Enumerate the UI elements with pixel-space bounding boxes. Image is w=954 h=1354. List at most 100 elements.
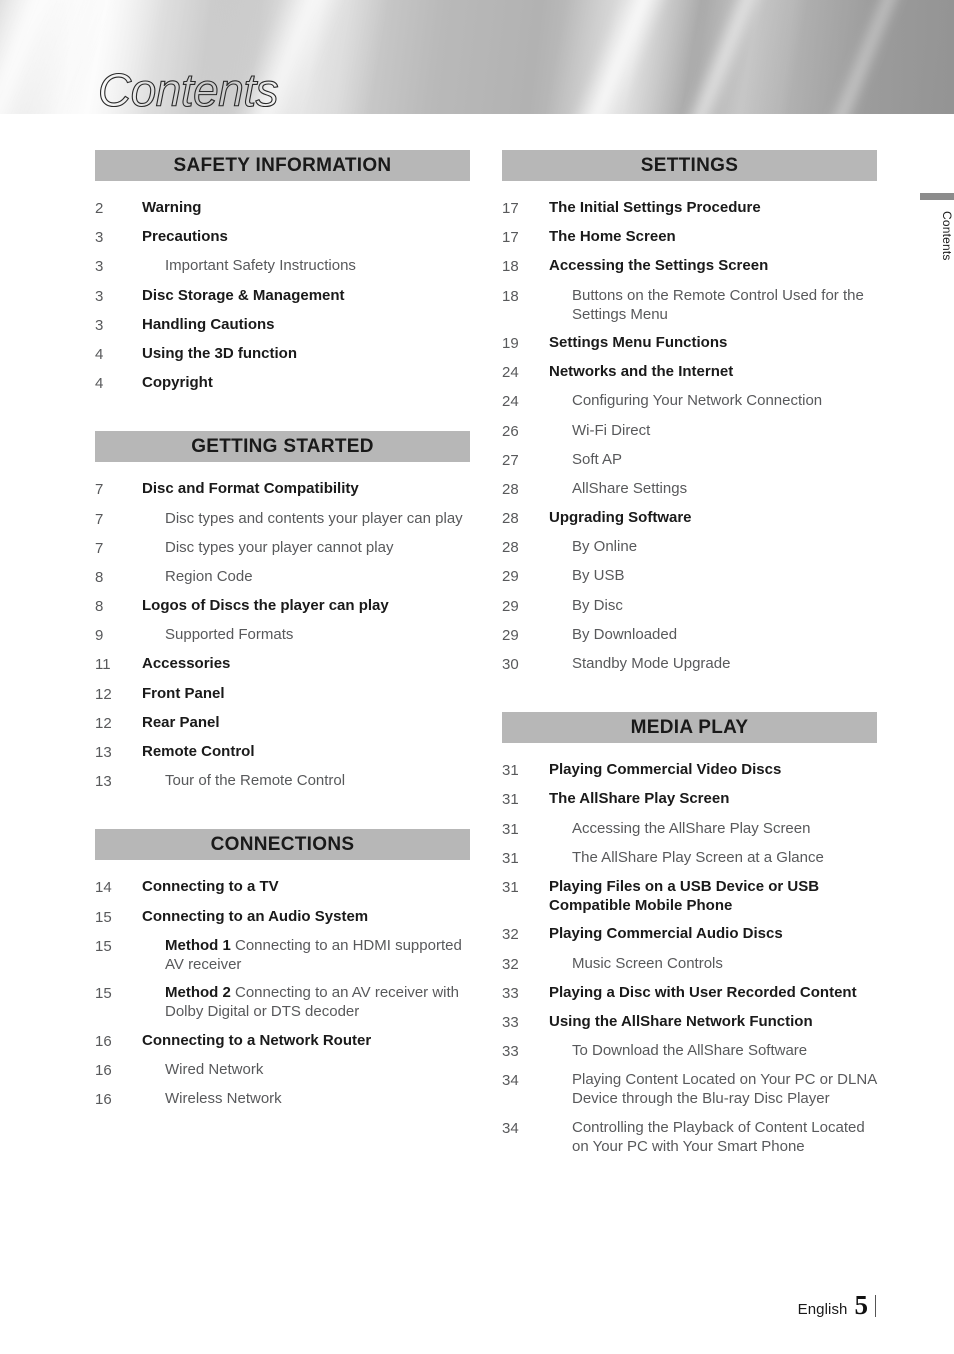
toc-entry[interactable]: 12 Rear Panel <box>95 713 470 733</box>
toc-entry-title: Configuring Your Network Connection <box>572 392 823 410</box>
toc-entry[interactable]: 14 Connecting to a TV <box>95 877 470 897</box>
toc-entry[interactable]: 18 Buttons on the Remote Control Used for… <box>502 286 877 324</box>
toc-entry-page-number: 12 <box>95 685 112 703</box>
toc-entry[interactable]: 29 By Downloaded <box>502 625 877 645</box>
toc-entry[interactable]: 32 Playing Commercial Audio Discs <box>502 924 877 944</box>
toc-entry[interactable]: 11 Accessories <box>95 654 470 674</box>
toc-entry-title: Disc and Format Compatibility <box>142 480 359 498</box>
toc-entry-page-number: 15 <box>95 985 112 1003</box>
toc-entry[interactable]: 19 Settings Menu Functions <box>502 333 877 353</box>
toc-entry[interactable]: 8 Region Code <box>95 567 470 587</box>
toc-entry[interactable]: 33 Using the AllShare Network Function <box>502 1012 877 1032</box>
toc-entry-page-number: 27 <box>502 451 519 469</box>
toc-entry[interactable]: 13 Remote Control <box>95 742 470 762</box>
toc-entry[interactable]: 3 Precautions <box>95 227 470 247</box>
toc-entry[interactable]: 9 Supported Formats <box>95 625 470 645</box>
toc-entry[interactable]: 33 Playing a Disc with User Recorded Cont… <box>502 983 877 1003</box>
toc-entry[interactable]: 29 By USB <box>502 566 877 586</box>
footer-language-label: English <box>797 1301 848 1318</box>
toc-entry-page-number: 34 <box>502 1072 519 1090</box>
toc-entry-title: Connecting to a TV <box>142 878 279 896</box>
toc-entry[interactable]: 28 By Online <box>502 537 877 557</box>
toc-entry[interactable]: 28 Upgrading Software <box>502 508 877 528</box>
toc-entry-lead: Method 1 <box>165 936 231 954</box>
toc-entry-title: To Download the AllShare Software <box>572 1042 808 1060</box>
toc-entry[interactable]: 16 Connecting to a Network Router <box>95 1031 470 1051</box>
toc-entry[interactable]: 24 Configuring Your Network Connection <box>502 391 877 411</box>
toc-entry-title: Music Screen Controls <box>572 954 723 972</box>
footer-page-number: 5 <box>854 1290 869 1320</box>
toc-entry[interactable]: 29 By Disc <box>502 596 877 616</box>
toc-entry[interactable]: 7 Disc types your player cannot play <box>95 538 470 558</box>
toc-entry[interactable]: 3 Important Safety Instructions <box>95 256 470 276</box>
toc-entry[interactable]: 30 Standby Mode Upgrade <box>502 654 877 674</box>
toc-entry[interactable]: 18 Accessing the Settings Screen <box>502 256 877 276</box>
toc-section: SETTINGS 17 The Initial Settings Procedure… <box>502 150 877 674</box>
footer-divider <box>875 1294 876 1317</box>
toc-entry-title: The AllShare Play Screen at a Glance <box>572 848 824 866</box>
toc-entry-lead: Method 2 <box>165 984 231 1002</box>
toc-entry[interactable]: 31 Playing Files on a USB Device or USB C… <box>502 877 877 915</box>
toc-entry[interactable]: 16 Wireless Network <box>95 1089 470 1109</box>
toc-entry-title: Playing a Disc with User Recorded Conten… <box>549 983 857 1001</box>
toc-entry[interactable]: 16 Wired Network <box>95 1060 470 1080</box>
toc-entry[interactable]: 7 Disc types and contents your player can… <box>95 509 470 529</box>
toc-entry-title: Wired Network <box>165 1060 264 1078</box>
toc-entry[interactable]: 34 Controlling the Playback of Content Lo… <box>502 1118 877 1156</box>
toc-entry[interactable]: 8 Logos of Discs the player can play <box>95 596 470 616</box>
toc-entry[interactable]: 31 The AllShare Play Screen at a Glance <box>502 848 877 868</box>
toc-entry-page-number: 33 <box>502 1043 519 1061</box>
toc-entry-page-number: 28 <box>502 510 519 528</box>
toc-entry-page-number: 26 <box>502 422 519 440</box>
section-title: GETTING STARTED <box>191 435 374 457</box>
toc-entry[interactable]: 7 Disc and Format Compatibility <box>95 479 470 499</box>
header-sheen-decoration <box>522 0 704 114</box>
toc-entry[interactable]: 17 The Home Screen <box>502 227 877 247</box>
toc-entry-title: Front Panel <box>142 684 225 702</box>
toc-entry[interactable]: 24 Networks and the Internet <box>502 362 877 382</box>
toc-entry[interactable]: 27 Soft AP <box>502 450 877 470</box>
toc-entry[interactable]: 2 Warning <box>95 198 470 218</box>
toc-entry-title: Buttons on the Remote Control Used for t… <box>572 286 864 323</box>
toc-entry-page-number: 15 <box>95 937 112 955</box>
toc-entry[interactable]: 31 Playing Commercial Video Discs <box>502 760 877 780</box>
page-title: Contents <box>97 64 279 116</box>
toc-entry-page-number: 29 <box>502 626 519 644</box>
section-title: MEDIA PLAY <box>630 716 749 738</box>
toc-entry-page-number: 31 <box>502 849 519 867</box>
toc-entry[interactable]: 31 The AllShare Play Screen <box>502 789 877 809</box>
toc-entry[interactable]: 3 Disc Storage & Management <box>95 286 470 306</box>
section-header-bar: GETTING STARTED <box>95 431 470 463</box>
toc-entry-page-number: 33 <box>502 1013 519 1031</box>
toc-entry[interactable]: 33 To Download the AllShare Software <box>502 1041 877 1061</box>
toc-entry-title: Connecting to an Audio System <box>142 907 369 925</box>
toc-entry[interactable]: 26 Wi-Fi Direct <box>502 421 877 441</box>
toc-entry[interactable]: 12 Front Panel <box>95 684 470 704</box>
toc-entry[interactable]: 13 Tour of the Remote Control <box>95 771 470 791</box>
toc-entry[interactable]: 32 Music Screen Controls <box>502 954 877 974</box>
toc-entry[interactable]: 4 Using the 3D function <box>95 344 470 364</box>
toc-entry[interactable]: 15 Method 2 Connecting to an AV receiver … <box>95 983 470 1021</box>
toc-entry[interactable]: 28 AllShare Settings <box>502 479 877 499</box>
section-header-bar: MEDIA PLAY <box>502 712 877 744</box>
toc-entry-title: Important Safety Instructions <box>165 257 356 275</box>
toc-entry-page-number: 7 <box>95 510 104 528</box>
toc-entry[interactable]: 34 Playing Content Located on Your PC or … <box>502 1070 877 1108</box>
toc-entry-page-number: 16 <box>95 1061 112 1079</box>
toc-entry-page-number: 29 <box>502 597 519 615</box>
toc-entry-page-number: 11 <box>95 656 111 674</box>
toc-entry-title: Disc Storage & Management <box>142 286 345 304</box>
toc-entry[interactable]: 15 Method 1 Connecting to an HDMI support… <box>95 936 470 974</box>
toc-entry-title: AllShare Settings <box>572 479 688 497</box>
toc-entry[interactable]: 31 Accessing the AllShare Play Screen <box>502 819 877 839</box>
toc-entry[interactable]: 4 Copyright <box>95 373 470 393</box>
section-header-bar: SETTINGS <box>502 150 877 181</box>
toc-entry-title: Playing Commercial Video Discs <box>549 761 782 779</box>
toc-entry[interactable]: 17 The Initial Settings Procedure <box>502 198 877 218</box>
toc-entry[interactable]: 15 Connecting to an Audio System <box>95 907 470 927</box>
toc-section: SAFETY INFORMATION 2 Warning 3 Precautions 3 I… <box>95 150 470 393</box>
toc-entry[interactable]: 3 Handling Cautions <box>95 315 470 335</box>
toc-entry-title: Disc types and contents your player can … <box>165 509 463 527</box>
toc-section: GETTING STARTED 7 Disc and Format Compatib… <box>95 431 470 791</box>
toc-entry-page-number: 31 <box>502 762 519 780</box>
